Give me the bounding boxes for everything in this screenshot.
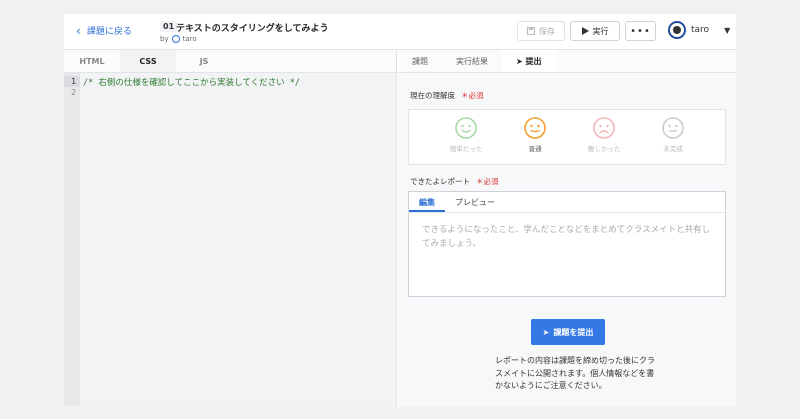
tab-submit[interactable]: ➤ 提出 (502, 50, 556, 72)
face-normal[interactable]: 普通 (524, 110, 546, 164)
face-label: 普通 (528, 145, 542, 153)
tab-css[interactable]: CSS (120, 50, 176, 72)
run-button[interactable]: 実行 (570, 21, 620, 41)
submission-note: レポートの内容は課題を締め切った後にクラスメイトに公開されます。個人情報などを書… (495, 356, 655, 390)
user-name: taro (691, 25, 710, 35)
tab-task[interactable]: 課題 (398, 50, 442, 72)
caret-down-icon: ▼ (724, 25, 731, 35)
save-icon (527, 27, 535, 35)
author-name: taro (182, 35, 197, 43)
paper-plane-icon: ➤ (542, 327, 550, 337)
app-window: ‹ 課題に戻る 01 テキストのスタイリングをしてみよう by taro 保存 … (64, 14, 736, 406)
line-gutter: 1 2 (64, 73, 80, 406)
author-avatar-icon (171, 35, 180, 43)
code-editor-pane: HTML CSS JS 1 2 /* 右側の仕様を確認してここから実装してくださ… (64, 50, 397, 406)
save-button[interactable]: 保存 (517, 21, 565, 41)
by-label: by (160, 35, 169, 43)
report-label: できたよレポート ＊必須 (410, 176, 499, 187)
right-tabs: 課題 実行結果 ➤ 提出 (398, 50, 736, 73)
required-badge: ＊必須 (476, 177, 499, 186)
tab-result[interactable]: 実行結果 (442, 50, 502, 72)
back-link[interactable]: ‹ 課題に戻る (76, 23, 132, 38)
play-icon (581, 27, 589, 35)
tab-preview[interactable]: プレビュー (445, 192, 505, 212)
report-text: できたよレポート (410, 177, 470, 186)
lesson-number: 01 (160, 21, 178, 32)
required-badge: ＊必須 (461, 91, 484, 100)
run-label: 実行 (592, 26, 609, 36)
tab-js[interactable]: JS (176, 50, 232, 72)
face-label: 簡単だった (449, 145, 483, 153)
report-editor: 編集 プレビュー できるようになったこと、学んだことなどをまとめてクラスメイトと… (408, 191, 726, 297)
smile-icon (455, 117, 477, 139)
user-menu[interactable]: taro ▼ (668, 21, 730, 39)
submit-label: 課題を提出 (553, 327, 594, 337)
understanding-selector: 簡単だった 普通 難しかった 未完成 (408, 109, 726, 165)
line-number: 1 (64, 76, 80, 87)
right-pane: 課題 実行結果 ➤ 提出 現在の理解度 ＊必須 簡単だった 普通 難しかった 未… (398, 50, 736, 406)
frown-icon (593, 117, 615, 139)
header: ‹ 課題に戻る 01 テキストのスタイリングをしてみよう by taro 保存 … (64, 14, 736, 50)
line-number: 2 (71, 88, 76, 97)
neutral-face-icon (662, 117, 684, 139)
face-label: 未完成 (663, 145, 683, 153)
face-label: 難しかった (587, 145, 621, 153)
face-easy[interactable]: 簡単だった (449, 110, 483, 164)
understanding-text: 現在の理解度 (410, 91, 455, 100)
tab-submit-label: 提出 (525, 57, 542, 66)
editor-tabs: HTML CSS JS (64, 50, 396, 73)
neutral-face-icon (524, 117, 546, 139)
face-hard[interactable]: 難しかった (587, 110, 621, 164)
save-label: 保存 (539, 26, 555, 36)
code-text[interactable]: /* 右側の仕様を確認してここから実装してください */ (83, 76, 300, 88)
page-title: テキストのスタイリングをしてみよう (176, 24, 329, 34)
paper-plane-icon: ➤ (516, 57, 523, 66)
more-button[interactable]: ••• (625, 21, 656, 41)
face-incomplete[interactable]: 未完成 (662, 110, 684, 164)
submit-button[interactable]: ➤ 課題を提出 (531, 319, 605, 345)
avatar (668, 21, 686, 39)
report-tabs: 編集 プレビュー (409, 192, 725, 213)
tab-edit[interactable]: 編集 (409, 192, 445, 212)
byline: by taro (160, 35, 197, 43)
understanding-label: 現在の理解度 ＊必須 (410, 90, 484, 101)
tab-html[interactable]: HTML (64, 50, 120, 72)
chevron-left-icon: ‹ (76, 23, 81, 38)
report-textarea[interactable]: できるようになったこと、学んだことなどをまとめてクラスメイトと共有してみましょう… (409, 213, 725, 261)
back-label: 課題に戻る (86, 27, 132, 37)
